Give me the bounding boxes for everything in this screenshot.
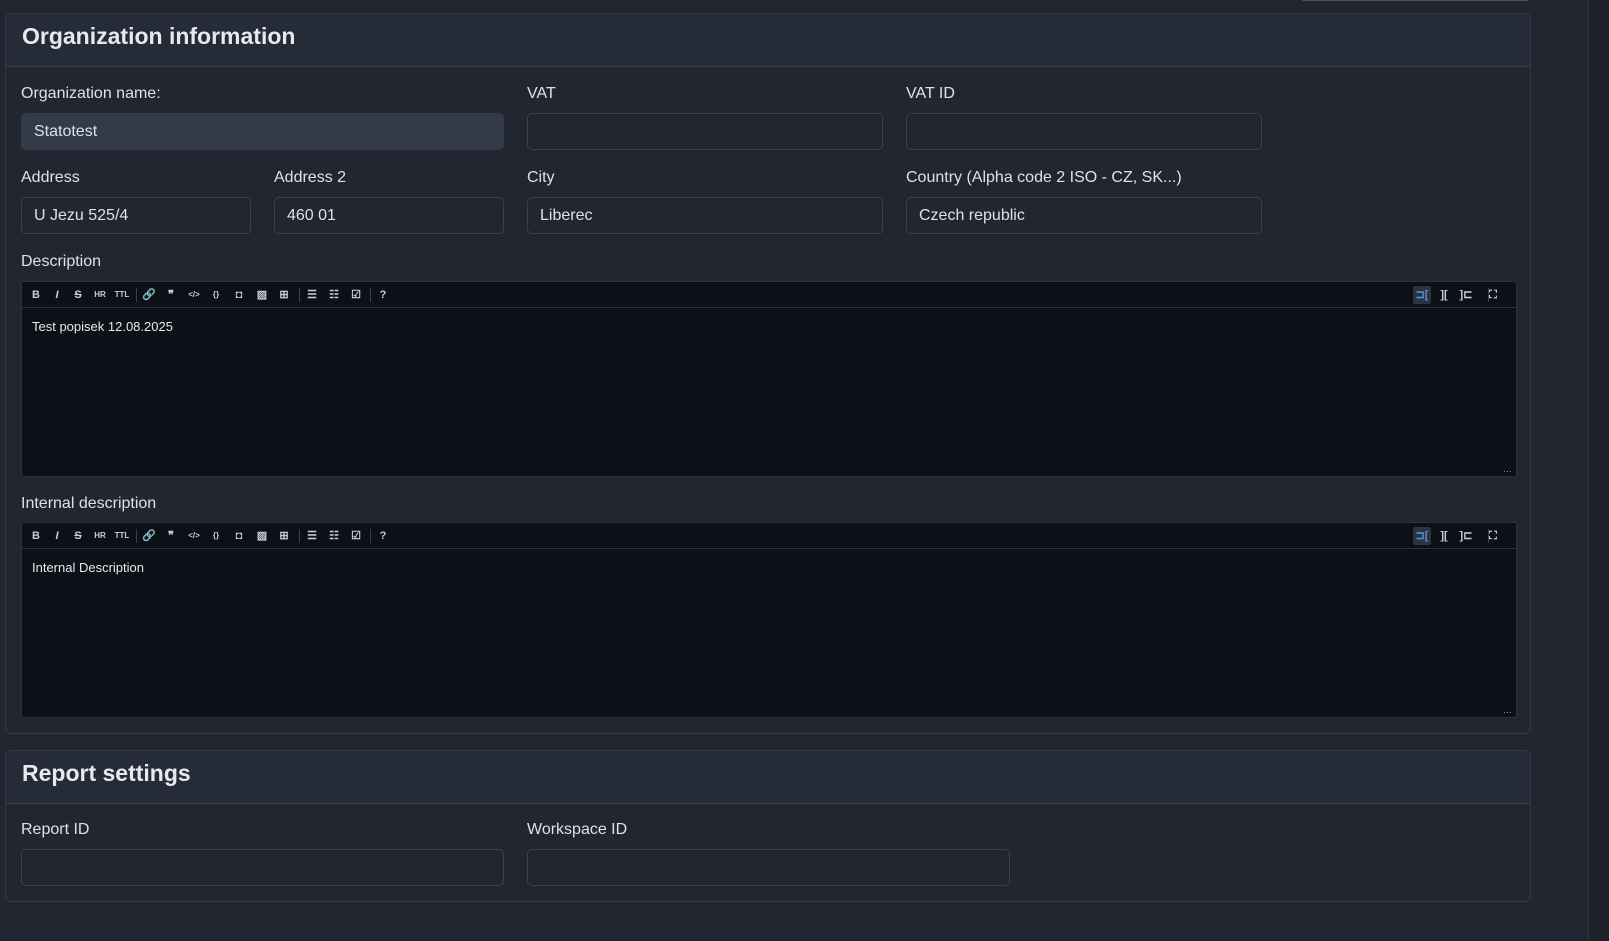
task-list-icon[interactable]: ☑	[347, 527, 365, 545]
link-icon[interactable]: 🔗	[140, 527, 158, 545]
vat-id-label: VAT ID	[906, 85, 955, 103]
edit-icon[interactable]: ]⊏	[1457, 527, 1475, 545]
address2-label: Address 2	[274, 169, 346, 187]
bullet-list-icon[interactable]: ☰	[303, 286, 321, 304]
title-icon[interactable]: TTL	[113, 286, 131, 304]
editor-toolbar: BISHRTTL 🔗❞ </>{} ◘ ▨⊞ ☰☷☑? ⊐[][]⊏ ⛶	[22, 523, 1516, 549]
internal-description-editor[interactable]: BISHRTTL 🔗❞ </>{} ◘ ▨⊞ ☰☷☑? ⊐[][]⊏ ⛶ Internal D…	[21, 522, 1517, 718]
bullet-list-icon[interactable]: ☰	[303, 527, 321, 545]
resize-handle[interactable]: …	[1503, 705, 1512, 715]
top-element-edge	[1300, 0, 1530, 1]
bold-icon[interactable]: B	[27, 527, 45, 545]
city-input[interactable]	[527, 197, 883, 234]
vat-label: VAT	[527, 85, 556, 103]
workspace-id-input[interactable]	[527, 849, 1010, 886]
description-text[interactable]: Test popisek 12.08.2025	[22, 308, 1516, 345]
workspace-id-label: Workspace ID	[527, 821, 627, 839]
address-label: Address	[21, 169, 80, 187]
bold-icon[interactable]: B	[27, 286, 45, 304]
strikethrough-icon[interactable]: S	[69, 527, 87, 545]
scrollbar-track[interactable]	[1589, 0, 1609, 941]
italic-icon[interactable]: I	[48, 527, 66, 545]
resize-handle[interactable]: …	[1503, 464, 1512, 474]
italic-icon[interactable]: I	[48, 286, 66, 304]
report-id-label: Report ID	[21, 821, 89, 839]
ordered-list-icon[interactable]: ☷	[325, 286, 343, 304]
help-icon[interactable]: ?	[374, 527, 392, 545]
org-name-label: Organization name:	[21, 85, 161, 103]
country-label: Country (Alpha code 2 ISO - CZ, SK...)	[906, 169, 1182, 187]
code-block-icon[interactable]: {}	[207, 286, 225, 304]
toolbar-separator	[136, 529, 137, 543]
fullscreen-icon[interactable]: ⛶	[1484, 527, 1502, 545]
description-editor[interactable]: BISHRTTL 🔗❞ </>{} ◘ ▨⊞ ☰☷☑? ⊐[][]⊏ ⛶ Test popis…	[21, 281, 1517, 477]
toolbar-separator	[136, 288, 137, 302]
table-icon[interactable]: ⊞	[275, 286, 293, 304]
image-icon[interactable]: ▨	[253, 527, 271, 545]
table-icon[interactable]: ⊞	[275, 527, 293, 545]
side-by-side-icon[interactable]: ⊐[	[1413, 286, 1431, 304]
preview-split-icon[interactable]: ][	[1435, 527, 1453, 545]
task-list-icon[interactable]: ☑	[347, 286, 365, 304]
link-icon[interactable]: 🔗	[140, 286, 158, 304]
report-id-input[interactable]	[21, 849, 504, 886]
preview-split-icon[interactable]: ][	[1435, 286, 1453, 304]
title-icon[interactable]: TTL	[113, 527, 131, 545]
internal-description-label: Internal description	[21, 495, 156, 513]
editor-toolbar: BISHRTTL 🔗❞ </>{} ◘ ▨⊞ ☰☷☑? ⊐[][]⊏ ⛶	[22, 282, 1516, 308]
code-block-icon[interactable]: {}	[207, 527, 225, 545]
quote-icon[interactable]: ❞	[162, 527, 180, 545]
internal-description-text[interactable]: Internal Description	[22, 549, 1516, 586]
help-icon[interactable]: ?	[374, 286, 392, 304]
image-icon[interactable]: ▨	[253, 286, 271, 304]
description-label: Description	[21, 253, 101, 271]
comment-icon[interactable]: ◘	[230, 286, 248, 304]
comment-icon[interactable]: ◘	[230, 527, 248, 545]
quote-icon[interactable]: ❞	[162, 286, 180, 304]
toolbar-separator	[370, 529, 371, 543]
code-icon[interactable]: </>	[185, 527, 203, 545]
country-input[interactable]	[906, 197, 1262, 234]
edit-icon[interactable]: ]⊏	[1457, 286, 1475, 304]
toolbar-separator	[299, 288, 300, 302]
ordered-list-icon[interactable]: ☷	[325, 527, 343, 545]
address2-input[interactable]	[274, 197, 504, 234]
card-title: Report settings	[6, 751, 1530, 804]
horizontal-rule-icon[interactable]: HR	[91, 527, 109, 545]
side-by-side-icon[interactable]: ⊐[	[1413, 527, 1431, 545]
city-label: City	[527, 169, 555, 187]
horizontal-rule-icon[interactable]: HR	[91, 286, 109, 304]
code-icon[interactable]: </>	[185, 286, 203, 304]
toolbar-separator	[370, 288, 371, 302]
card-title: Organization information	[6, 14, 1530, 67]
vat-input[interactable]	[527, 113, 883, 150]
strikethrough-icon[interactable]: S	[69, 286, 87, 304]
address-input[interactable]	[21, 197, 251, 234]
vat-id-input[interactable]	[906, 113, 1262, 150]
org-name-input[interactable]	[21, 113, 504, 150]
fullscreen-icon[interactable]: ⛶	[1484, 286, 1502, 304]
toolbar-separator	[299, 529, 300, 543]
